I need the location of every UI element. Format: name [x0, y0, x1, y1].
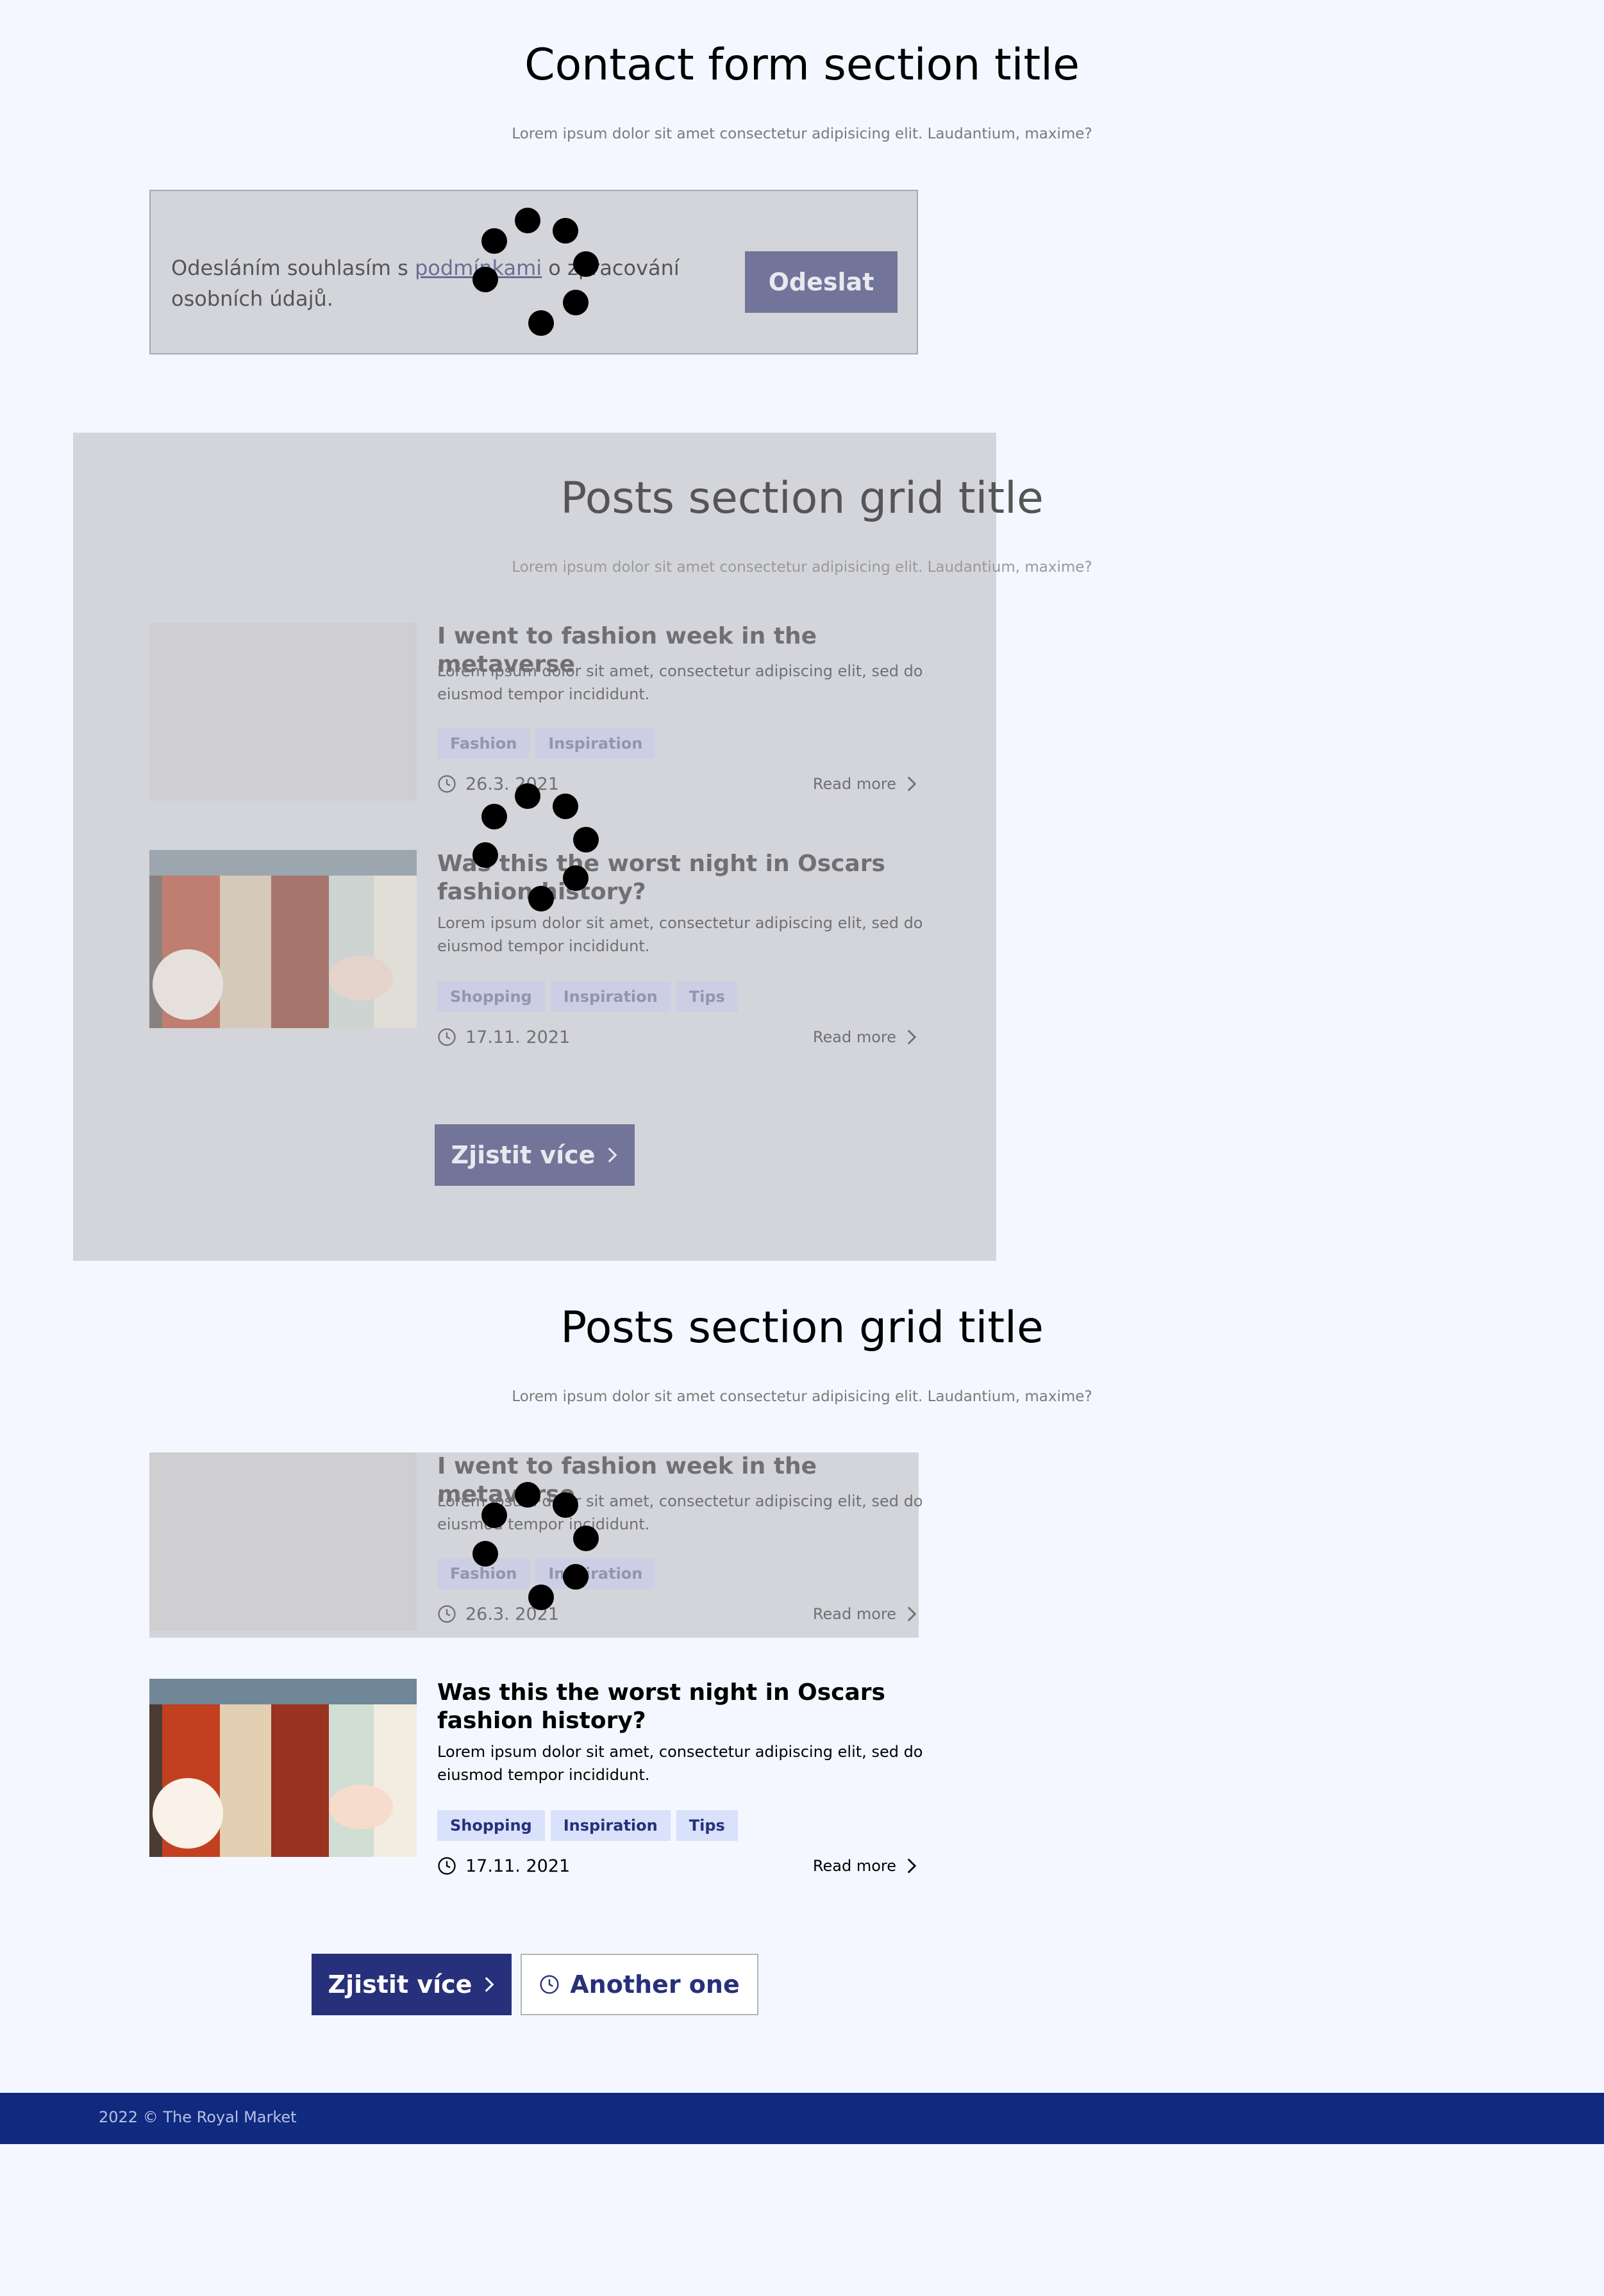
read-more-label: Read more [812, 1028, 896, 1046]
tag[interactable]: Tips [676, 981, 738, 1012]
post-date: 17.11. 2021 [437, 1027, 570, 1047]
tag[interactable]: Fashion [437, 728, 530, 759]
post-excerpt: Lorem ipsum dolor sit amet, consectetur … [437, 914, 923, 955]
loading-spinner-icon [464, 204, 599, 336]
more-button[interactable]: Zjistit více [312, 1954, 512, 2015]
post-thumbnail-placeholder [149, 1452, 417, 1631]
submit-button[interactable]: Odeslat [745, 251, 898, 313]
another-one-button[interactable]: Another one [521, 1954, 758, 2015]
post-thumbnail [149, 850, 417, 1028]
loading-spinner-icon [464, 1478, 599, 1610]
post-tags: Shopping Inspiration Tips [437, 1810, 738, 1841]
clock-icon [438, 1857, 456, 1875]
clock-icon [438, 1605, 456, 1623]
clock-icon [540, 1975, 559, 1994]
tag[interactable]: Inspiration [550, 1810, 671, 1841]
chevron-right-icon [907, 1029, 917, 1045]
read-more-link[interactable]: Read more [813, 775, 918, 793]
post-date: 17.11. 2021 [437, 1856, 570, 1876]
read-more-label: Read more [812, 1857, 896, 1875]
consent-text: Odesláním souhlasím s podmínkami o zprac… [171, 253, 735, 314]
consent-text-before: Odesláním souhlasím s [171, 256, 415, 280]
post-excerpt: Lorem ipsum dolor sit amet, consectetur … [437, 1743, 923, 1784]
post-card[interactable]: Was this the worst night in Oscars fashi… [149, 1679, 923, 1876]
clock-icon [438, 775, 456, 793]
read-more-label: Read more [812, 775, 896, 793]
post-meta: 17.11. 2021 Read more [437, 1853, 918, 1879]
tag[interactable]: Shopping [437, 1810, 545, 1841]
posts-section-title: Posts section grid title [560, 473, 1044, 524]
footer-copyright: 2022 © The Royal Market [99, 2108, 297, 2126]
post-tags: Shopping Inspiration Tips [437, 981, 738, 1012]
another-one-label: Another one [570, 1970, 740, 1999]
post-thumbnail-placeholder [149, 622, 417, 801]
chevron-right-icon [907, 776, 917, 792]
clock-icon [438, 1028, 456, 1046]
read-more-link[interactable]: Read more [813, 1857, 918, 1875]
post-thumbnail [149, 1679, 417, 1857]
read-more-link[interactable]: Read more [813, 1028, 918, 1046]
post-tags: Fashion Inspiration [437, 728, 656, 759]
loading-spinner-icon [464, 779, 599, 911]
contact-section-subtitle: Lorem ipsum dolor sit amet consectetur a… [512, 126, 1092, 142]
post-meta: 17.11. 2021 Read more [437, 1024, 918, 1050]
posts-section-subtitle: Lorem ipsum dolor sit amet consectetur a… [512, 559, 1092, 576]
tag[interactable]: Shopping [437, 981, 545, 1012]
tag[interactable]: Tips [676, 1810, 738, 1841]
post-excerpt: Lorem ipsum dolor sit amet, consectetur … [437, 662, 923, 703]
chevron-right-icon [608, 1147, 617, 1163]
posts-section-subtitle: Lorem ipsum dolor sit amet consectetur a… [512, 1388, 1092, 1405]
post-date-text: 17.11. 2021 [465, 1856, 571, 1876]
post-date-text: 17.11. 2021 [465, 1027, 571, 1047]
footer: 2022 © The Royal Market [0, 2093, 1604, 2144]
read-more-label: Read more [812, 1605, 896, 1623]
read-more-link[interactable]: Read more [813, 1605, 918, 1623]
post-card[interactable]: I went to fashion week in the metaverse … [149, 622, 923, 805]
chevron-right-icon [907, 1606, 917, 1622]
chevron-right-icon [485, 1977, 494, 1992]
chevron-right-icon [907, 1858, 917, 1874]
more-button-label: Zjistit více [451, 1141, 596, 1169]
tag[interactable]: Inspiration [535, 728, 656, 759]
tag[interactable]: Inspiration [550, 981, 671, 1012]
contact-section-title: Contact form section title [524, 40, 1080, 90]
more-button-label: Zjistit více [328, 1970, 472, 1999]
posts-section-title: Posts section grid title [560, 1302, 1044, 1353]
more-button[interactable]: Zjistit více [435, 1124, 635, 1186]
post-title[interactable]: Was this the worst night in Oscars fashi… [437, 1679, 924, 1735]
